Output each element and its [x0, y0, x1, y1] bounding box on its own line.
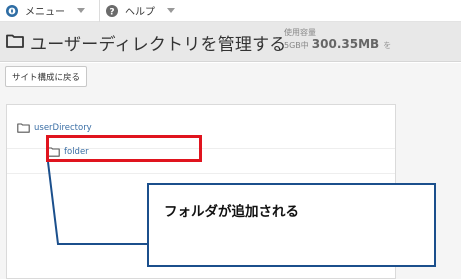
- menu-label: メニュー: [25, 7, 65, 18]
- usage-value: 300.35MB: [311, 37, 380, 51]
- menu-bar: メニュー ? ヘルプ: [0, 0, 461, 22]
- back-to-site-button[interactable]: サイト構成に戻る: [5, 66, 88, 87]
- svg-text:?: ?: [109, 7, 114, 17]
- caret-down-icon: [77, 8, 85, 13]
- compass-icon: [5, 4, 19, 18]
- app-window: メニュー ? ヘルプ ユーザーディレクトリを管理する 使用容量 5GB中 300…: [0, 0, 461, 279]
- caret-down-icon: [167, 8, 175, 13]
- help-label: ヘルプ: [125, 7, 155, 18]
- menu-button[interactable]: メニュー: [0, 0, 91, 22]
- usage-label: 使用容量: [284, 28, 316, 37]
- callout-box: フォルダが追加される: [147, 183, 436, 267]
- folder-icon: [6, 33, 24, 52]
- callout-text: フォルダが追加される: [164, 204, 299, 220]
- page-header: ユーザーディレクトリを管理する 使用容量 5GB中 300.35MB を: [0, 22, 461, 62]
- page-title-group: ユーザーディレクトリを管理する: [6, 30, 286, 55]
- help-button[interactable]: ? ヘルプ: [100, 0, 181, 22]
- page-title: ユーザーディレクトリを管理する: [30, 35, 287, 55]
- tree-item-label[interactable]: userDirectory: [34, 123, 92, 133]
- usage-suffix: を: [383, 41, 392, 50]
- toolbar: サイト構成に戻る: [0, 63, 461, 91]
- storage-usage: 使用容量 5GB中 300.35MB を: [284, 28, 391, 51]
- folder-icon: [17, 123, 30, 133]
- usage-capacity: 5GB中: [284, 41, 309, 50]
- question-icon: ?: [105, 4, 119, 18]
- row-divider: [7, 173, 395, 174]
- highlight-box: [46, 135, 202, 162]
